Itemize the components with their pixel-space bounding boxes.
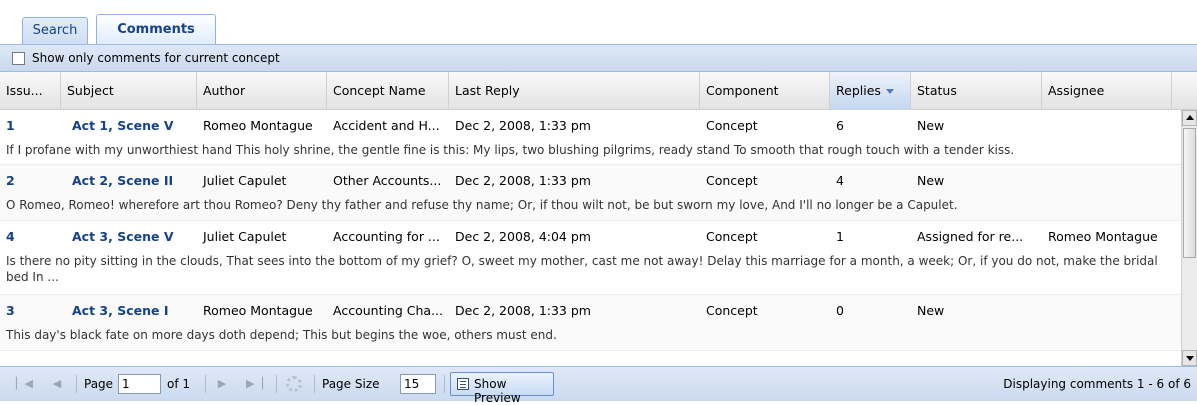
preview-icon	[457, 378, 469, 390]
last-page-icon[interactable]: ▶▕	[246, 377, 263, 391]
assignee	[1042, 118, 1172, 134]
next-page-icon[interactable]: ▶	[215, 377, 229, 391]
replies-count: 1	[836, 229, 844, 244]
issue-number: 2	[6, 173, 15, 188]
refresh-icon[interactable]	[286, 376, 302, 392]
filter-toolbar: Show only comments for current concept	[0, 44, 1197, 72]
comment-preview: If I profane with my unworthiest hand Th…	[6, 143, 1015, 157]
toolbar-separator	[314, 375, 315, 393]
column-header-last-reply[interactable]: Last Reply	[449, 72, 700, 110]
comment-preview: Is there no pity sitting in the clouds, …	[6, 254, 1158, 284]
column-header-component[interactable]: Component	[700, 72, 830, 110]
status: Assigned for re...	[917, 229, 1024, 244]
issue-number: 4	[6, 229, 15, 244]
page-size-input[interactable]: 15	[400, 374, 436, 394]
table-row[interactable]: 2 Act 2, Scene II Juliet Capulet Other A…	[0, 165, 1181, 221]
grid-header: Issu... Subject Author Concept Name Last…	[0, 72, 1197, 110]
status: New	[917, 173, 945, 188]
toolbar-separator	[76, 375, 77, 393]
author: Romeo Montague	[203, 118, 313, 133]
replies-count: 0	[836, 303, 844, 318]
subject-link[interactable]: Act 1, Scene V	[66, 118, 197, 134]
tab-bar: Search Comments	[0, 0, 1197, 45]
show-preview-button[interactable]: Show Preview	[450, 372, 554, 405]
subject-link[interactable]: Act 3, Scene I	[66, 303, 197, 319]
toolbar-separator	[205, 375, 206, 393]
component: Concept	[706, 118, 758, 133]
column-header-concept-name[interactable]: Concept Name	[327, 72, 449, 110]
column-header-replies[interactable]: Replies	[830, 72, 911, 110]
scroll-down-icon[interactable]	[1182, 350, 1197, 366]
scrollbar-thumb[interactable]	[1183, 128, 1196, 258]
current-concept-checkbox-label[interactable]: Show only comments for current concept	[32, 51, 280, 65]
replies-count: 6	[836, 118, 844, 133]
author: Romeo Montague	[203, 303, 313, 318]
concept-name: Other Accounts...	[333, 173, 442, 188]
issue-number: 1	[6, 118, 15, 133]
table-row[interactable]: 4 Act 3, Scene V Juliet Capulet Accounti…	[0, 221, 1181, 295]
scroll-up-icon[interactable]	[1182, 110, 1197, 126]
paging-toolbar: ▏◀ ◀ Page 1 of 1 ▶ ▶▕ Page Size 15 Show …	[0, 366, 1197, 405]
status: New	[917, 303, 945, 318]
page-size-label: Page Size	[322, 377, 380, 391]
component: Concept	[706, 173, 758, 188]
concept-name: Accounting for ...	[333, 229, 440, 244]
toolbar-separator	[276, 375, 277, 393]
last-reply: Dec 2, 2008, 1:33 pm	[455, 118, 591, 133]
component: Concept	[706, 303, 758, 318]
prev-page-icon[interactable]: ◀	[50, 377, 64, 391]
grid-vertical-scrollbar[interactable]	[1181, 110, 1197, 366]
concept-name: Accident and H...	[333, 118, 440, 133]
assignee: Romeo Montague	[1048, 229, 1158, 244]
status: New	[917, 118, 945, 133]
tab-search[interactable]: Search	[22, 17, 88, 44]
component: Concept	[706, 229, 758, 244]
issue-number: 3	[6, 303, 15, 318]
last-reply: Dec 2, 2008, 1:33 pm	[455, 173, 591, 188]
sort-desc-icon	[885, 89, 894, 94]
tab-comments[interactable]: Comments	[96, 14, 216, 45]
comment-preview: O Romeo, Romeo! wherefore art thou Romeo…	[6, 198, 958, 212]
page-number-input[interactable]: 1	[118, 374, 161, 394]
comments-grid: 1 Act 1, Scene V Romeo Montague Accident…	[0, 110, 1181, 366]
tab-strip: Search Comments	[8, 14, 1197, 45]
subject-link[interactable]: Act 2, Scene II	[66, 173, 197, 189]
column-header-issue[interactable]: Issu...	[0, 72, 61, 110]
column-header-author[interactable]: Author	[197, 72, 327, 110]
first-page-icon[interactable]: ▏◀	[16, 377, 33, 391]
last-reply: Dec 2, 2008, 4:04 pm	[455, 229, 591, 244]
assignee	[1042, 303, 1172, 319]
toolbar-separator	[444, 375, 445, 393]
subject-link[interactable]: Act 3, Scene V	[66, 229, 197, 245]
author: Juliet Capulet	[203, 229, 287, 244]
page-label: Page	[84, 377, 114, 391]
author: Juliet Capulet	[203, 173, 287, 188]
paging-info: Displaying comments 1 - 6 of 6	[1003, 377, 1191, 391]
column-header-assignee[interactable]: Assignee	[1042, 72, 1172, 110]
replies-count: 4	[836, 173, 844, 188]
table-row[interactable]: 3 Act 3, Scene I Romeo Montague Accounti…	[0, 295, 1181, 351]
assignee	[1042, 173, 1172, 189]
concept-name: Accounting Cha...	[333, 303, 444, 318]
comment-preview: This day's black fate on more days doth …	[6, 328, 557, 342]
current-concept-checkbox[interactable]	[12, 52, 25, 65]
column-header-status[interactable]: Status	[911, 72, 1042, 110]
page-count-label: of 1	[167, 377, 191, 391]
table-row[interactable]: 1 Act 1, Scene V Romeo Montague Accident…	[0, 110, 1181, 165]
last-reply: Dec 2, 2008, 1:33 pm	[455, 303, 591, 318]
column-header-subject[interactable]: Subject	[61, 72, 197, 110]
